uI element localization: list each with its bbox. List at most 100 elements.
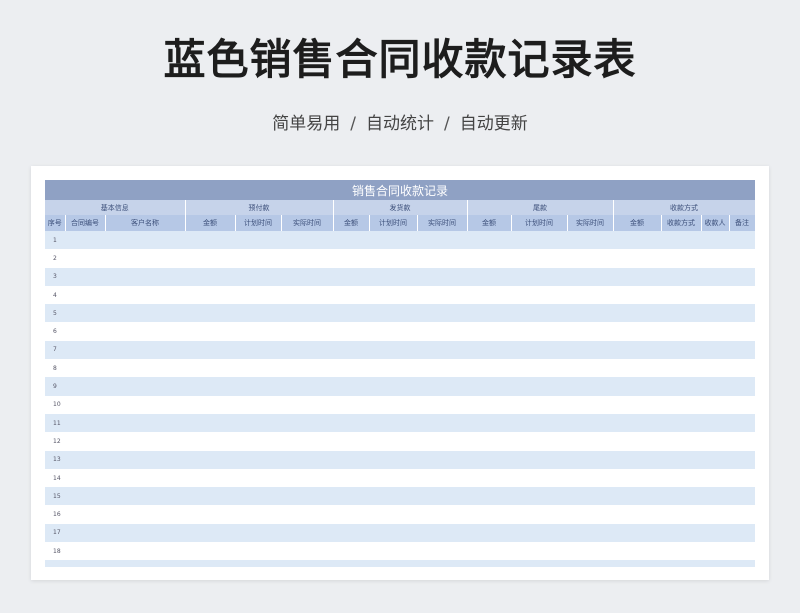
group-header-advance-payment: 预付款 <box>185 200 334 215</box>
table-cell <box>281 359 333 378</box>
table-cell <box>701 505 729 524</box>
table-cell <box>467 395 511 414</box>
row-number: 4 <box>45 285 65 305</box>
table-cell <box>185 413 235 433</box>
table-cell <box>105 377 185 396</box>
table-cell <box>185 505 235 524</box>
table-cell <box>235 505 281 524</box>
table-cell <box>613 523 661 543</box>
table-cell <box>567 359 613 378</box>
table-cell <box>333 468 369 488</box>
column-header: 实际时间 <box>281 215 334 231</box>
table-cell <box>701 487 729 506</box>
table-cell <box>567 377 613 396</box>
column-header-row: 序号 合同编号 客户名称 金额 计划时间 实际时间 金额 计划时间 实际时间 金… <box>45 215 756 231</box>
table-cell <box>613 487 661 506</box>
table-cell <box>417 377 467 396</box>
row-number: 1 <box>45 231 65 250</box>
table-cell <box>235 450 281 469</box>
row-number: 7 <box>45 340 65 360</box>
table-cell <box>511 450 567 469</box>
table-cell <box>729 249 756 268</box>
row-number: 12 <box>45 432 65 451</box>
table-cell <box>511 267 567 286</box>
table-cell <box>511 432 567 451</box>
column-header: 金额 <box>185 215 236 231</box>
table-row: 18 <box>45 542 756 561</box>
table-cell <box>65 450 105 469</box>
table-cell <box>417 413 467 433</box>
table-cell <box>511 413 567 433</box>
column-header: 收款方式 <box>661 215 702 231</box>
table-cell <box>65 267 105 286</box>
row-number: 11 <box>45 413 65 433</box>
table-cell <box>511 231 567 250</box>
table-row: 10 <box>45 395 756 414</box>
table-row: 15 <box>45 487 756 506</box>
table-cell <box>467 285 511 305</box>
table-cell <box>333 505 369 524</box>
table-cell <box>467 468 511 488</box>
table-cell <box>511 395 567 414</box>
table-cell <box>701 395 729 414</box>
table-cell <box>729 413 756 433</box>
table-cell <box>701 523 729 543</box>
table-cell <box>417 468 467 488</box>
table-cell <box>467 523 511 543</box>
table-cell <box>105 322 185 341</box>
table-cell <box>417 304 467 323</box>
table-cell <box>613 304 661 323</box>
table-cell <box>467 267 511 286</box>
table-cell <box>235 523 281 543</box>
table-cell <box>613 413 661 433</box>
table-cell <box>467 377 511 396</box>
table-cell <box>281 487 333 506</box>
row-number: 3 <box>45 267 65 286</box>
table-cell <box>567 231 613 250</box>
table-cell <box>729 487 756 506</box>
table-cell <box>105 267 185 286</box>
table-cell <box>105 432 185 451</box>
column-header: 收款人 <box>701 215 730 231</box>
table-cell <box>369 523 417 543</box>
row-number: 5 <box>45 304 65 323</box>
table-cell <box>369 285 417 305</box>
table-cell <box>185 468 235 488</box>
table-cell <box>65 505 105 524</box>
table-row: 1 <box>45 231 756 250</box>
row-number: 8 <box>45 359 65 378</box>
table-cell <box>661 432 701 451</box>
group-header-delivery-payment: 发货款 <box>333 200 468 215</box>
table-row: 7 <box>45 340 756 360</box>
table-cell <box>701 468 729 488</box>
table-cell <box>511 468 567 488</box>
table-cell <box>333 542 369 561</box>
table-cell <box>701 542 729 561</box>
table-cell <box>369 542 417 561</box>
table-cell <box>467 413 511 433</box>
table-cell <box>281 249 333 268</box>
table-cell <box>105 542 185 561</box>
table-cell <box>511 304 567 323</box>
table-cell <box>333 322 369 341</box>
table-cell <box>105 450 185 469</box>
table-cell <box>701 450 729 469</box>
table-cell <box>567 487 613 506</box>
table-cell <box>661 359 701 378</box>
table-cell <box>729 304 756 323</box>
table-cell <box>105 505 185 524</box>
table-cell <box>235 285 281 305</box>
table-cell <box>417 432 467 451</box>
table-row: 9 <box>45 377 756 396</box>
column-header: 计划时间 <box>369 215 418 231</box>
table-cell <box>729 468 756 488</box>
subtitle-separator: / <box>350 114 356 134</box>
table-row: 16 <box>45 505 756 524</box>
table-cell <box>235 359 281 378</box>
table-row: 5 <box>45 304 756 323</box>
table-cell <box>235 249 281 268</box>
table-cell <box>613 432 661 451</box>
table-cell <box>369 450 417 469</box>
table-cell <box>467 249 511 268</box>
table-cell <box>185 377 235 396</box>
